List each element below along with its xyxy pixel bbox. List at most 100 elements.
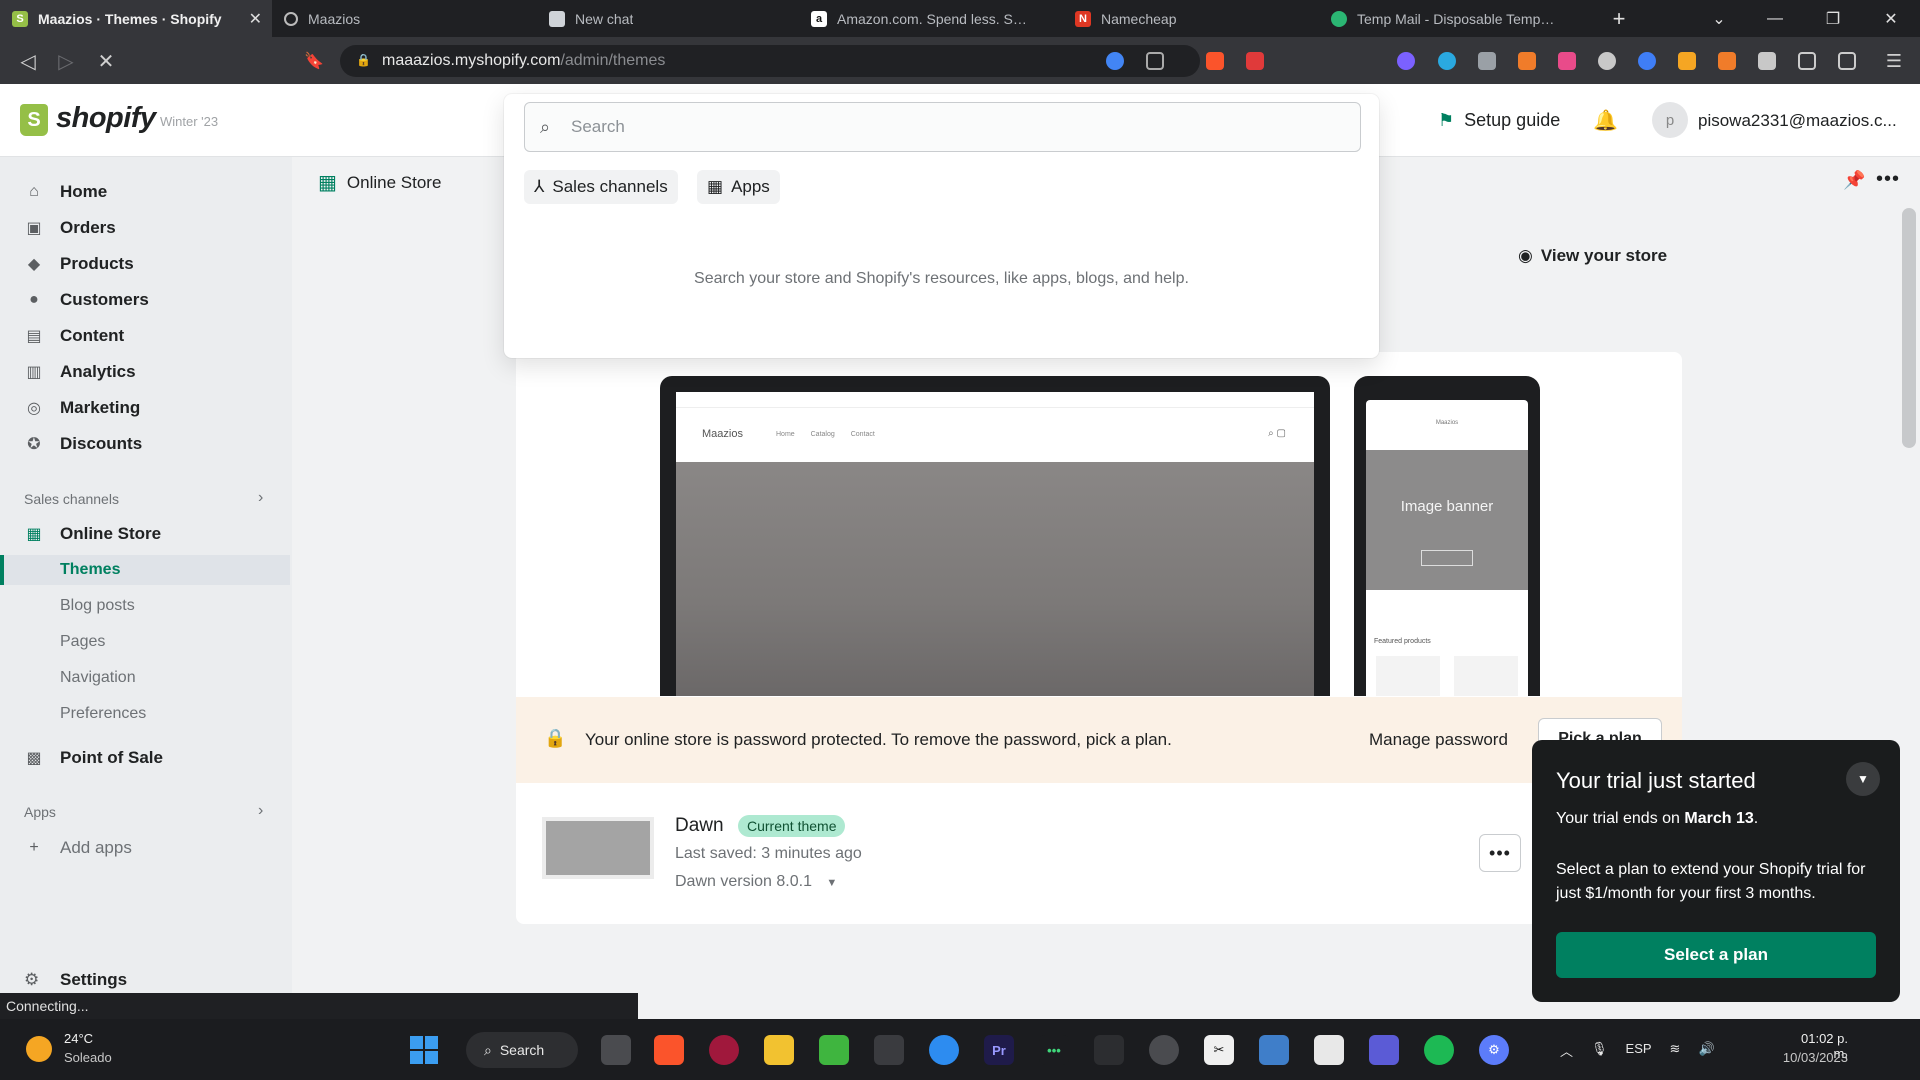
view-store-button[interactable]: ◉ View your store (1518, 246, 1667, 266)
filter-chip-sales-channels[interactable]: ⅄ Sales channels (524, 170, 678, 204)
restore-button[interactable]: ❐ (1810, 0, 1856, 37)
tab-amazon[interactable]: a Amazon.com. Spend less. Smile (799, 0, 1063, 37)
sidebar-item-content[interactable]: ▤ Content (24, 322, 124, 350)
camtasia-icon[interactable] (819, 1035, 849, 1065)
desktop-preview-screen[interactable]: Maazios Home Catalog Contact ⌕ ▢ (676, 392, 1314, 696)
filter-chip-apps[interactable]: ▦ Apps (697, 170, 780, 204)
pin-icon[interactable]: 📌 (1843, 170, 1865, 191)
add-apps-button[interactable]: + Add apps (24, 834, 132, 862)
extension-1-icon[interactable] (1397, 52, 1415, 70)
brave-rewards-icon[interactable] (1246, 52, 1264, 70)
language-indicator[interactable]: ESP (1626, 1041, 1652, 1060)
new-tab-button[interactable]: + (1591, 0, 1647, 37)
sidebar-subitem-preferences[interactable]: Preferences (60, 700, 146, 728)
theme-actions-button[interactable]: ••• (1479, 834, 1521, 872)
chevron-right-icon[interactable]: › (258, 802, 263, 820)
puzzle-icon[interactable] (1758, 52, 1776, 70)
sidebar-subitem-blog-posts[interactable]: Blog posts (60, 592, 135, 620)
shopify-logo[interactable]: shopify (56, 102, 156, 135)
bell-icon[interactable]: 🔔 (1593, 108, 1618, 133)
close-window-button[interactable]: ✕ (1868, 0, 1914, 37)
back-icon[interactable]: ◁ (14, 47, 42, 75)
extension-5-icon[interactable] (1558, 52, 1576, 70)
wallet-icon[interactable] (1838, 52, 1856, 70)
brave-browser-icon[interactable] (654, 1035, 684, 1065)
minimize-button[interactable]: — (1752, 0, 1798, 37)
clock-date[interactable]: 10/03/2023 (1768, 1050, 1848, 1065)
taskbar-search[interactable]: ⌕ Search (466, 1032, 578, 1068)
sidebar-item-settings[interactable]: ⚙ Settings (24, 970, 127, 990)
windows-start-button[interactable] (410, 1036, 438, 1064)
sidebar-subitem-themes[interactable]: Themes (60, 556, 120, 584)
sidebar-item-customers[interactable]: ● Customers (24, 286, 149, 314)
opera-icon[interactable] (709, 1035, 739, 1065)
extension-4-icon[interactable] (1518, 52, 1536, 70)
sun-icon[interactable] (26, 1036, 52, 1062)
manage-password-link[interactable]: Manage password (1369, 730, 1508, 750)
brave-shield-icon[interactable] (1206, 52, 1224, 70)
sidebar-item-orders[interactable]: ▣ Orders (24, 214, 115, 242)
extension-7-icon[interactable] (1638, 52, 1656, 70)
spotify-icon[interactable] (1424, 1035, 1454, 1065)
setup-guide-button[interactable]: ⚑ Setup guide (1438, 110, 1560, 131)
chevron-right-icon[interactable]: › (258, 489, 263, 507)
premiere-icon[interactable]: Pr (984, 1035, 1014, 1065)
volume-icon[interactable]: 🔊 (1698, 1041, 1714, 1060)
wifi-icon[interactable]: ≋ (1670, 1041, 1681, 1060)
sidebar-item-home[interactable]: ⌂ Home (24, 178, 107, 206)
avatar[interactable]: p (1652, 102, 1688, 138)
extension-2-icon[interactable] (1438, 52, 1456, 70)
collapse-popup-button[interactable]: ▼ (1846, 762, 1880, 796)
app-blue-icon[interactable] (929, 1035, 959, 1065)
task-view-icon[interactable] (601, 1035, 631, 1065)
tab-list-chevron-icon[interactable]: ⌄ (1696, 0, 1742, 37)
more-actions-icon[interactable]: ••• (1876, 168, 1900, 191)
weather-temperature[interactable]: 24°C (64, 1031, 93, 1046)
chevron-up-icon[interactable]: ︿ (1560, 1041, 1573, 1060)
bookmark-icon[interactable]: 🔖 (300, 47, 328, 75)
sidebar-item-products[interactable]: ◆ Products (24, 250, 134, 278)
sidebar-item-analytics[interactable]: ▥ Analytics (24, 358, 135, 386)
sidebar-item-point-of-sale[interactable]: ▩ Point of Sale (24, 744, 163, 772)
account-email[interactable]: pisowa2331@maazios.c... (1698, 111, 1897, 131)
app-purple-icon[interactable] (1369, 1035, 1399, 1065)
extension-3-icon[interactable] (1478, 52, 1496, 70)
sidebar-subitem-navigation[interactable]: Navigation (60, 664, 136, 692)
theme-version-dropdown[interactable]: Dawn version 8.0.1 ▼ (675, 873, 837, 891)
capcut-icon[interactable]: ✂ (1204, 1035, 1234, 1065)
file-explorer-icon[interactable] (764, 1035, 794, 1065)
close-tab-icon[interactable]: ✕ (249, 9, 262, 29)
sidebar-item-online-store[interactable]: ▦ Online Store (24, 520, 161, 548)
sidebar-toggle-icon[interactable] (1798, 52, 1816, 70)
weather-condition[interactable]: Soleado (64, 1050, 112, 1065)
app-window-icon[interactable] (1259, 1035, 1289, 1065)
tab-namecheap[interactable]: N Namecheap (1063, 0, 1319, 37)
sidebar-item-discounts[interactable]: ✪ Discounts (24, 430, 142, 458)
settings-app-icon[interactable]: ⚙ (1479, 1035, 1509, 1065)
sidebar-item-marketing[interactable]: ◎ Marketing (24, 394, 140, 422)
stop-loading-icon[interactable]: ✕ (92, 47, 120, 75)
microphone-icon[interactable]: 🎙 (1591, 1041, 1608, 1060)
url-field[interactable]: 🔒 maaazios.myshopify.com/admin/themes (340, 45, 1200, 77)
google-icon[interactable] (1106, 52, 1124, 70)
forward-icon[interactable]: ▷ (52, 47, 80, 75)
store-app-icon[interactable] (1314, 1035, 1344, 1065)
tab-shopify-themes[interactable]: S Maazios · Themes · Shopify ✕ (0, 0, 272, 37)
app-dots-icon[interactable]: ••• (1039, 1035, 1069, 1065)
theme-thumbnail[interactable] (542, 817, 654, 879)
davinci-icon[interactable] (1094, 1035, 1124, 1065)
tab-new-chat[interactable]: New chat (537, 0, 799, 37)
tab-temp-mail[interactable]: Temp Mail - Disposable Tempor... (1319, 0, 1591, 37)
extension-9-icon[interactable] (1718, 52, 1736, 70)
share-icon[interactable] (1146, 52, 1164, 70)
extension-8-icon[interactable] (1678, 52, 1696, 70)
sidebar-subitem-pages[interactable]: Pages (60, 628, 105, 656)
chrome-icon[interactable] (1149, 1035, 1179, 1065)
obs-icon[interactable] (874, 1035, 904, 1065)
extension-6-icon[interactable] (1598, 52, 1616, 70)
page-scrollbar[interactable] (1902, 208, 1916, 448)
select-plan-button[interactable]: Select a plan (1556, 932, 1876, 978)
browser-menu-icon[interactable]: ☰ (1880, 47, 1908, 75)
mobile-preview-screen[interactable]: Maazios Image banner Featured products (1366, 400, 1528, 696)
tab-maazios[interactable]: Maazios (272, 0, 537, 37)
